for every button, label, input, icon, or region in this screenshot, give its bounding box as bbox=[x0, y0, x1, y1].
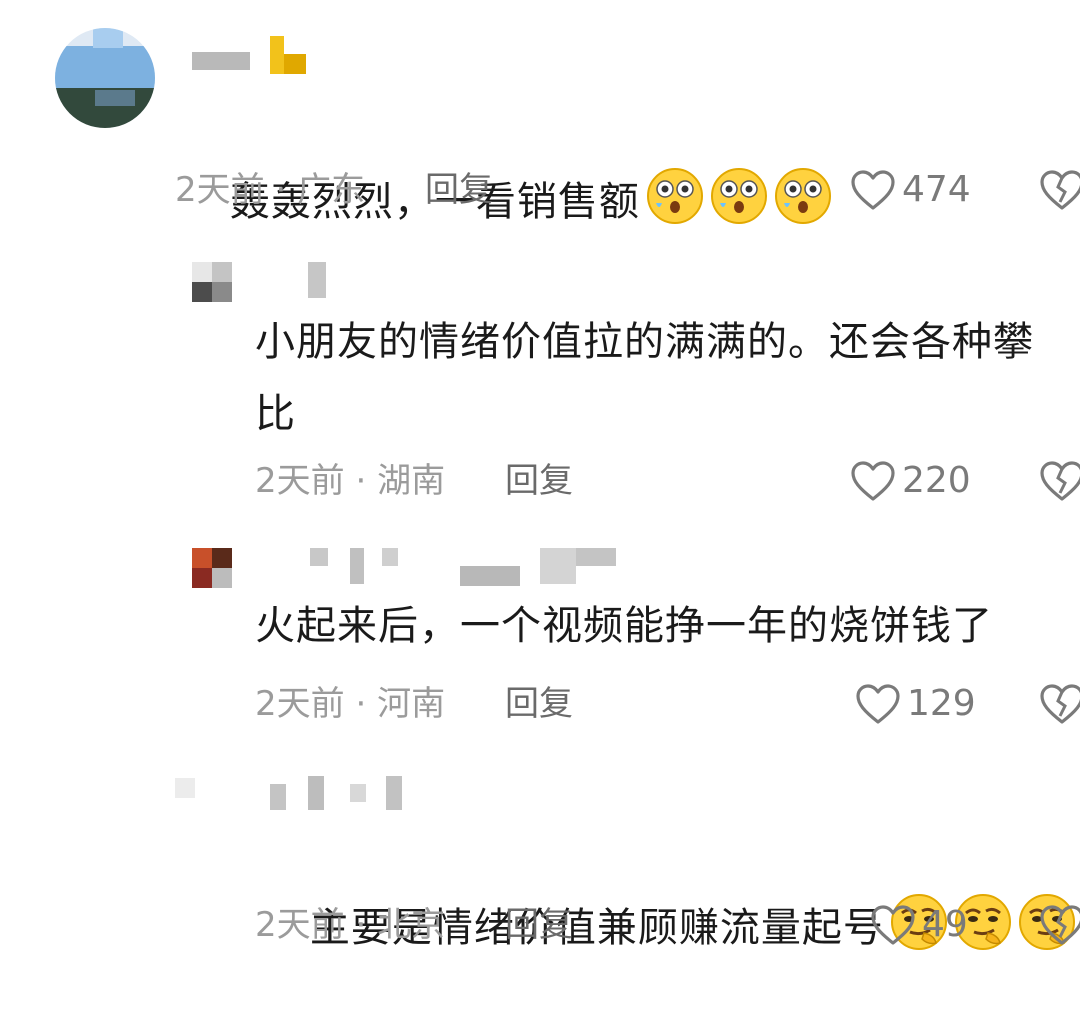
comment-item: 轰轰烈烈，一看销售额 2天前 · 广东 回复 474 bbox=[0, 0, 1080, 240]
comment-meta: 2天前 · 北京 bbox=[255, 903, 445, 947]
avatar[interactable] bbox=[192, 262, 232, 302]
comment-text: 火起来后，一个视频能挣一年的烧饼钱了 bbox=[255, 603, 993, 649]
heart-outline-icon bbox=[855, 683, 907, 725]
heart-outline-icon bbox=[850, 169, 902, 211]
dislike-button[interactable] bbox=[1038, 903, 1080, 951]
avatar[interactable] bbox=[192, 548, 232, 588]
meta-separator: · bbox=[344, 461, 378, 501]
comment-item: 小朋友的情绪价值拉的满满的。还会各种攀比 2天前 · 湖南 回复 220 bbox=[0, 240, 1080, 530]
comment-time: 2天前 bbox=[175, 170, 265, 210]
heart-outline-icon bbox=[870, 904, 922, 946]
meta-separator: · bbox=[264, 170, 298, 210]
comment-location: 河南 bbox=[377, 684, 446, 724]
dislike-button[interactable] bbox=[1038, 459, 1080, 507]
like-count: 474 bbox=[902, 169, 971, 210]
username-pixelated[interactable] bbox=[270, 546, 630, 590]
like-count: 129 bbox=[907, 683, 976, 724]
reply-button[interactable]: 回复 bbox=[505, 903, 573, 947]
broken-heart-icon bbox=[1038, 461, 1080, 507]
astonished-face-icon bbox=[646, 167, 704, 225]
comment-time: 2天前 bbox=[255, 684, 345, 724]
comment-item: 主要是情绪价值兼顾赚流量起号 2天前 · 北京 回复 49 bbox=[0, 750, 1080, 966]
comment-location: 广东 bbox=[297, 170, 366, 210]
astonished-face-icon bbox=[710, 167, 768, 225]
comment-location: 湖南 bbox=[377, 461, 446, 501]
comment-meta: 2天前 · 河南 bbox=[255, 682, 445, 726]
like-button[interactable]: 49 bbox=[870, 903, 968, 947]
meta-separator: · bbox=[344, 684, 378, 724]
comment-meta: 2天前 · 湖南 bbox=[255, 459, 445, 503]
comment-location: 北京 bbox=[377, 905, 446, 945]
like-button[interactable]: 474 bbox=[850, 168, 971, 212]
avatar[interactable] bbox=[55, 28, 155, 128]
astonished-face-icon bbox=[774, 167, 832, 225]
comment-text: 小朋友的情绪价值拉的满满的。还会各种攀比 bbox=[255, 319, 1034, 437]
broken-heart-icon bbox=[1038, 684, 1080, 730]
dislike-button[interactable] bbox=[1038, 682, 1080, 730]
reply-button[interactable]: 回复 bbox=[505, 459, 573, 503]
heart-outline-icon bbox=[850, 460, 902, 502]
reply-button[interactable]: 回复 bbox=[505, 682, 573, 726]
like-button[interactable]: 220 bbox=[850, 459, 971, 503]
comment-time: 2天前 bbox=[255, 905, 345, 945]
comment-item: 火起来后，一个视频能挣一年的烧饼钱了 2天前 · 河南 回复 129 bbox=[0, 530, 1080, 750]
comment-meta: 2天前 · 广东 bbox=[175, 168, 365, 212]
broken-heart-icon bbox=[1038, 905, 1080, 951]
like-count: 49 bbox=[922, 904, 968, 945]
like-button[interactable]: 129 bbox=[855, 682, 976, 726]
meta-separator: · bbox=[344, 905, 378, 945]
broken-heart-icon bbox=[1038, 170, 1080, 216]
avatar[interactable] bbox=[175, 778, 215, 800]
like-count: 220 bbox=[902, 460, 971, 501]
username-pixelated[interactable] bbox=[298, 260, 338, 300]
username-pixelated[interactable] bbox=[192, 32, 322, 78]
reply-button[interactable]: 回复 bbox=[425, 168, 493, 212]
comment-time: 2天前 bbox=[255, 461, 345, 501]
username-pixelated[interactable] bbox=[270, 774, 410, 814]
dislike-button[interactable] bbox=[1038, 168, 1080, 216]
